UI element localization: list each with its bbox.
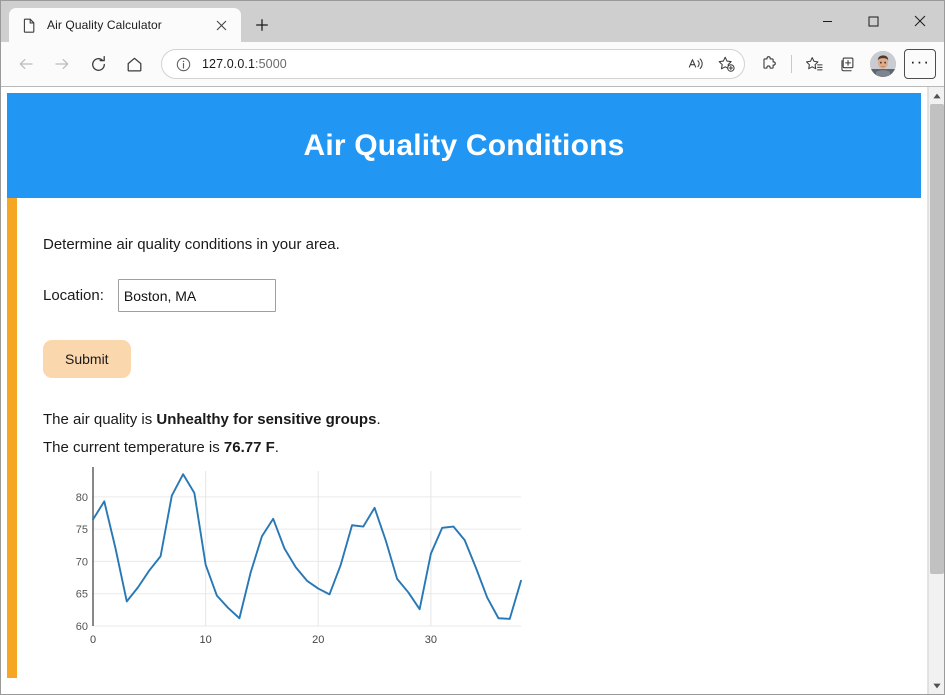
x-axis-tick-label: 0 [90, 634, 96, 646]
location-form-row: Location: [43, 279, 921, 312]
site-information-icon[interactable] [172, 53, 194, 75]
temperature-result: The current temperature is 76.77 F. [43, 436, 921, 460]
address-bar-text: 127.0.0.1:5000 [202, 57, 682, 71]
temperature-value: 76.77 F [223, 439, 275, 457]
read-aloud-icon[interactable] [682, 51, 710, 77]
refresh-icon[interactable] [81, 47, 115, 81]
page-icon [21, 17, 38, 34]
intro-text: Determine air quality conditions in your… [43, 236, 340, 253]
scroll-down-arrow[interactable] [929, 677, 945, 694]
home-icon[interactable] [117, 47, 151, 81]
tab-strip: Air Quality Calculator [1, 1, 944, 42]
navigation-toolbar: 127.0.0.1:5000 ··· [1, 42, 944, 86]
favorites-icon[interactable] [798, 48, 830, 80]
collections-icon[interactable] [832, 48, 864, 80]
scrollbar-track[interactable] [929, 104, 945, 677]
minimize-button[interactable] [804, 1, 850, 41]
back-icon[interactable] [9, 47, 43, 81]
page-header-banner: Air Quality Conditions [7, 93, 921, 198]
temperature-prefix: The current temperature is [43, 439, 224, 457]
air-quality-value: Unhealthy for sensitive groups [156, 411, 377, 428]
y-axis-tick-label: 65 [76, 588, 88, 600]
y-axis-tick-label: 60 [76, 621, 88, 633]
temperature-chart-svg: 60 65 70 75 80 0 10 20 30 [76, 466, 522, 646]
address-bar[interactable]: 127.0.0.1:5000 [161, 49, 745, 79]
page-title: Air Quality Conditions [303, 128, 625, 162]
y-axis-tick-label: 75 [76, 524, 88, 536]
location-label: Location: [43, 287, 104, 304]
x-axis-tick-label: 20 [312, 634, 324, 646]
profile-avatar[interactable] [870, 51, 896, 77]
more-label: ··· [910, 51, 930, 71]
scroll-up-arrow[interactable] [929, 87, 945, 104]
x-axis-tick-label: 10 [200, 634, 212, 646]
page-body: Determine air quality conditions in your… [7, 198, 921, 678]
new-tab-button[interactable] [247, 10, 277, 40]
settings-more-icon[interactable]: ··· [904, 49, 936, 79]
air-quality-result: The air quality is Unhealthy for sensiti… [43, 408, 921, 432]
maximize-button[interactable] [850, 1, 896, 41]
url-port: :5000 [255, 57, 287, 71]
location-input[interactable] [117, 279, 276, 312]
vertical-scrollbar[interactable] [928, 87, 944, 694]
air-quality-prefix: The air quality is [43, 411, 157, 428]
web-page: Air Quality Conditions Determine air qua… [1, 87, 928, 694]
address-bar-actions [682, 51, 740, 77]
page-content: Determine air quality conditions in your… [17, 198, 921, 678]
y-axis-tick-label: 80 [76, 491, 88, 503]
url-host: 127.0.0.1 [202, 57, 256, 71]
accent-rail [7, 198, 17, 678]
close-tab-icon[interactable] [209, 13, 233, 37]
temperature-suffix: . [274, 439, 279, 457]
air-quality-suffix: . [376, 411, 381, 428]
add-favorite-icon[interactable] [712, 51, 740, 77]
forward-icon[interactable] [45, 47, 79, 81]
close-window-button[interactable] [896, 1, 944, 41]
extensions-icon[interactable] [753, 48, 785, 80]
chart-series-line [92, 472, 522, 620]
window-controls [804, 1, 944, 41]
browser-viewport: Air Quality Conditions Determine air qua… [1, 86, 944, 694]
x-axis-tick-label: 30 [425, 634, 437, 646]
submit-button[interactable]: Submit [43, 340, 131, 378]
temperature-chart: 60 65 70 75 80 0 10 20 30 [61, 465, 529, 650]
scrollbar-thumb[interactable] [929, 104, 944, 574]
browser-tab[interactable]: Air Quality Calculator [9, 8, 241, 42]
browser-window: Air Quality Calculator 127.0.0.1:5000 ··… [0, 0, 945, 695]
y-axis-tick-label: 70 [76, 556, 88, 568]
tab-title: Air Quality Calculator [47, 18, 162, 32]
toolbar-divider [791, 55, 792, 73]
